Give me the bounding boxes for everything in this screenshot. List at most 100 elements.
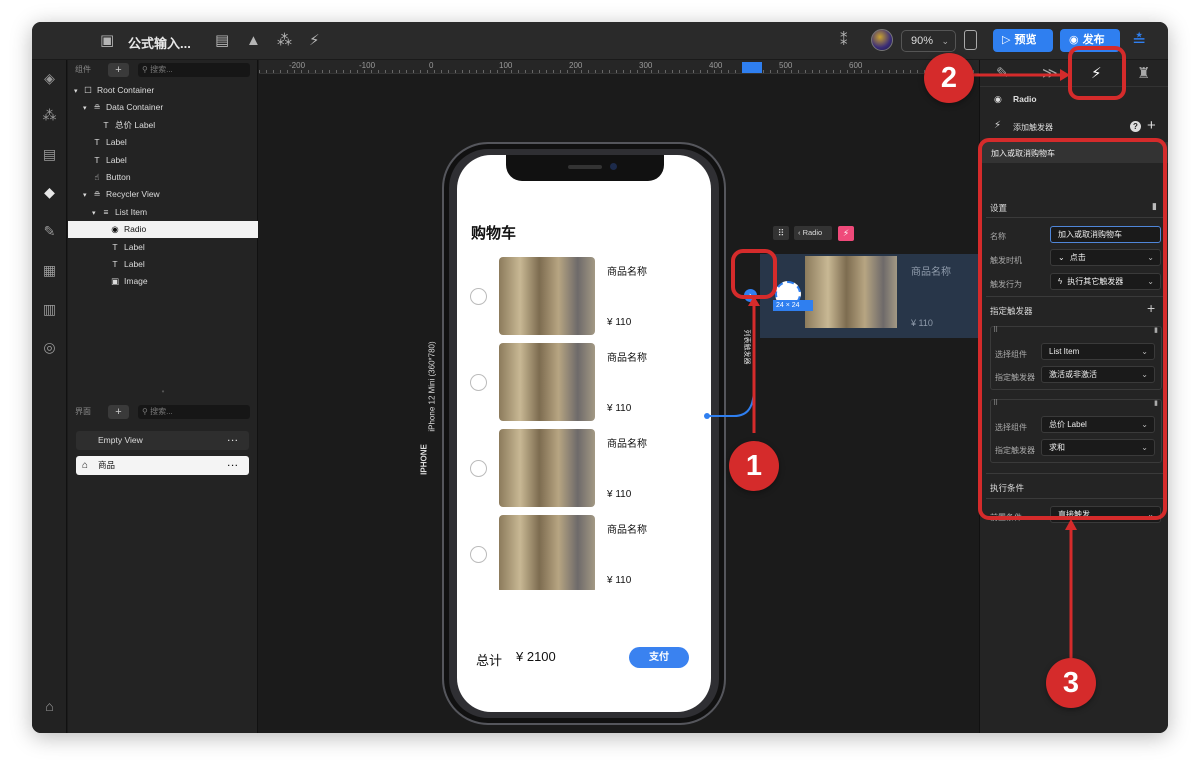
trash-icon[interactable]: ▮ bbox=[1154, 326, 1158, 334]
target-component-dropdown[interactable]: List Item ⌄ bbox=[1041, 343, 1155, 360]
trigger-badge-icon[interactable]: ⚡ bbox=[838, 226, 854, 241]
cart-item-image bbox=[499, 515, 595, 590]
device-frame-icon[interactable] bbox=[964, 30, 977, 50]
more-icon[interactable]: ··· bbox=[228, 431, 240, 450]
cart-item-radio[interactable] bbox=[470, 460, 487, 477]
speaker-grille bbox=[568, 165, 602, 169]
timing-dropdown[interactable]: ⌄ 点击 ⌄ bbox=[1050, 249, 1161, 266]
target-trigger-dropdown[interactable]: 求和 ⌄ bbox=[1041, 439, 1155, 456]
preview-button[interactable]: ▷ 预览 bbox=[993, 29, 1053, 52]
publish-button[interactable]: ◉ 发布 bbox=[1060, 29, 1120, 52]
expand-arrow-icon[interactable]: ▾ bbox=[92, 205, 100, 222]
tree-item[interactable]: ▾ ≘ Recycler View bbox=[68, 186, 258, 203]
target-trigger-dropdown[interactable]: 激活或非激活 ⌄ bbox=[1041, 366, 1155, 383]
spreadsheet-icon[interactable]: ▤ bbox=[215, 32, 229, 50]
cart-item-radio[interactable] bbox=[470, 546, 487, 563]
add-target-button[interactable]: + bbox=[1147, 300, 1155, 316]
text-box-icon: T bbox=[112, 259, 118, 269]
data-table-icon[interactable]: ▦ bbox=[41, 262, 58, 279]
history-icon[interactable]: ◎ bbox=[41, 339, 58, 356]
settings-sliders-icon[interactable]: ≛ bbox=[1132, 32, 1146, 50]
cart-item-radio[interactable] bbox=[470, 374, 487, 391]
triangle-drive-icon[interactable]: ▲ bbox=[246, 32, 261, 50]
page-item-products[interactable]: ⌂ 商品 ··· bbox=[76, 456, 249, 475]
chevron-down-icon: ⌄ bbox=[1141, 443, 1148, 452]
cart-item-name: 商品名称 bbox=[607, 353, 647, 364]
components-icon[interactable]: ⁂ bbox=[41, 107, 58, 124]
phone-screen[interactable]: 购物车 商品名称 ¥ 110 商品名称 ¥ 110 商品名称 ¥ 110 商品名称 ¥ 110… bbox=[457, 155, 711, 712]
panel-resize-handle[interactable]: • bbox=[68, 387, 258, 397]
cart-item[interactable]: 商品名称 ¥ 110 bbox=[457, 427, 711, 509]
cart-item-radio[interactable] bbox=[470, 288, 487, 305]
tab-style-icon[interactable]: ✎ bbox=[996, 64, 1009, 82]
home-icon: ⌂ bbox=[82, 460, 89, 471]
tree-item-label: 总价 Label bbox=[115, 119, 156, 130]
tree-item[interactable]: T Label bbox=[68, 239, 258, 256]
tab-trigger-icon[interactable]: ⚡ bbox=[1091, 64, 1102, 82]
left-panel: 组件 + ⚲ 搜索... ▾ ☐ Root Container ▾ ≘ Data Cont… bbox=[68, 60, 258, 733]
lightning-list-icon[interactable]: ⚡ bbox=[309, 32, 320, 50]
page-item-empty-view[interactable]: Empty View ··· bbox=[76, 431, 249, 450]
precondition-dropdown[interactable]: 直接触发 ⌄ bbox=[1050, 506, 1161, 523]
annotation-badge-2: 2 bbox=[924, 53, 974, 103]
trigger-name-input[interactable]: 加入或取消购物车 bbox=[1050, 226, 1161, 243]
settings-section-label: 设置 bbox=[990, 203, 1008, 213]
help-icon[interactable]: ? bbox=[1130, 121, 1141, 132]
cube-icon[interactable]: ◈ bbox=[41, 70, 58, 87]
ruler-label: 0 bbox=[429, 61, 434, 70]
trigger-title-bar[interactable]: 加入或取消购物车 bbox=[980, 142, 1168, 163]
design-canvas[interactable]: -200 -100 0 100 200 300 400 500 600 iPho… bbox=[259, 60, 979, 733]
tree-item[interactable]: ▾ ☐ Root Container bbox=[68, 82, 258, 99]
document-title[interactable]: 公式输入... bbox=[128, 33, 191, 52]
tree-item[interactable]: T Label bbox=[68, 256, 258, 273]
cart-item[interactable]: 商品名称 ¥ 110 bbox=[457, 255, 711, 337]
expand-arrow-icon[interactable]: ▾ bbox=[83, 100, 91, 117]
tree-item[interactable]: ▣ Image bbox=[68, 273, 258, 290]
shapes-icon[interactable]: ⁂ bbox=[277, 32, 292, 50]
tree-item[interactable]: ▾ ≡ List Item bbox=[68, 204, 258, 221]
selection-breadcrumb[interactable]: ‹ Radio bbox=[794, 226, 832, 240]
tree-item[interactable]: T 总价 Label bbox=[68, 117, 258, 134]
add-trigger-button[interactable]: + bbox=[1147, 117, 1156, 134]
drag-handle-icon[interactable]: ⠿ bbox=[993, 326, 998, 334]
drag-handle-icon[interactable]: ⠿ bbox=[773, 226, 789, 240]
cart-item[interactable]: 商品名称 ¥ 110 bbox=[457, 341, 711, 423]
tree-item-label: Radio bbox=[124, 224, 147, 235]
user-avatar[interactable] bbox=[871, 29, 893, 51]
add-page-button[interactable]: + bbox=[108, 405, 129, 419]
trash-icon[interactable]: ▮ bbox=[1154, 399, 1158, 407]
file-icon[interactable]: ▤ bbox=[41, 146, 58, 163]
sidebar-toggle-icon[interactable]: ▣ bbox=[100, 32, 114, 50]
tree-item[interactable]: T Label bbox=[68, 152, 258, 169]
pages-search-input[interactable]: ⚲ 搜索... bbox=[138, 405, 250, 419]
tab-layout-icon[interactable]: ≫ bbox=[1042, 64, 1058, 82]
condition-section-label: 执行条件 bbox=[990, 483, 1025, 493]
cart-item[interactable]: 商品名称 ¥ 110 bbox=[457, 513, 711, 590]
more-icon[interactable]: ··· bbox=[228, 456, 240, 475]
layers-icon[interactable]: ◆ bbox=[41, 184, 58, 201]
behavior-dropdown[interactable]: ϟ 执行其它触发器 ⌄ bbox=[1050, 273, 1161, 290]
divider bbox=[986, 296, 1164, 297]
components-search-input[interactable]: ⚲ 搜索... bbox=[138, 63, 250, 77]
tree-item[interactable]: T Label bbox=[68, 134, 258, 151]
zoom-dropdown[interactable]: 90% ⌄ bbox=[901, 30, 956, 52]
tree-item[interactable]: ▾ ≘ Data Container bbox=[68, 99, 258, 116]
target-component-dropdown[interactable]: 总价 Label ⌄ bbox=[1041, 416, 1155, 433]
trash-icon[interactable]: ▮ bbox=[1152, 201, 1157, 212]
camera-icon bbox=[610, 163, 617, 170]
collaborator-icon[interactable]: ⁑ bbox=[840, 32, 848, 50]
brush-icon[interactable]: ✎ bbox=[41, 223, 58, 240]
grid-icon[interactable]: ▥ bbox=[41, 301, 58, 318]
pay-button[interactable]: 支付 bbox=[629, 647, 689, 668]
connector-arrow-icon[interactable]: › bbox=[744, 289, 757, 302]
phone-notch bbox=[506, 155, 664, 181]
add-component-button[interactable]: + bbox=[108, 63, 129, 77]
drag-handle-icon[interactable]: ⠿ bbox=[993, 399, 998, 407]
tree-item[interactable]: ◉ Radio bbox=[68, 221, 258, 239]
select-component-label: 选择组件 bbox=[995, 350, 1027, 359]
expand-arrow-icon[interactable]: ▾ bbox=[83, 187, 91, 204]
basket-icon[interactable]: ⌂ bbox=[41, 698, 58, 715]
expand-arrow-icon[interactable]: ▾ bbox=[74, 83, 82, 100]
tree-item[interactable]: ☝ Button bbox=[68, 169, 258, 186]
tab-component-icon[interactable]: ♜ bbox=[1137, 64, 1150, 82]
